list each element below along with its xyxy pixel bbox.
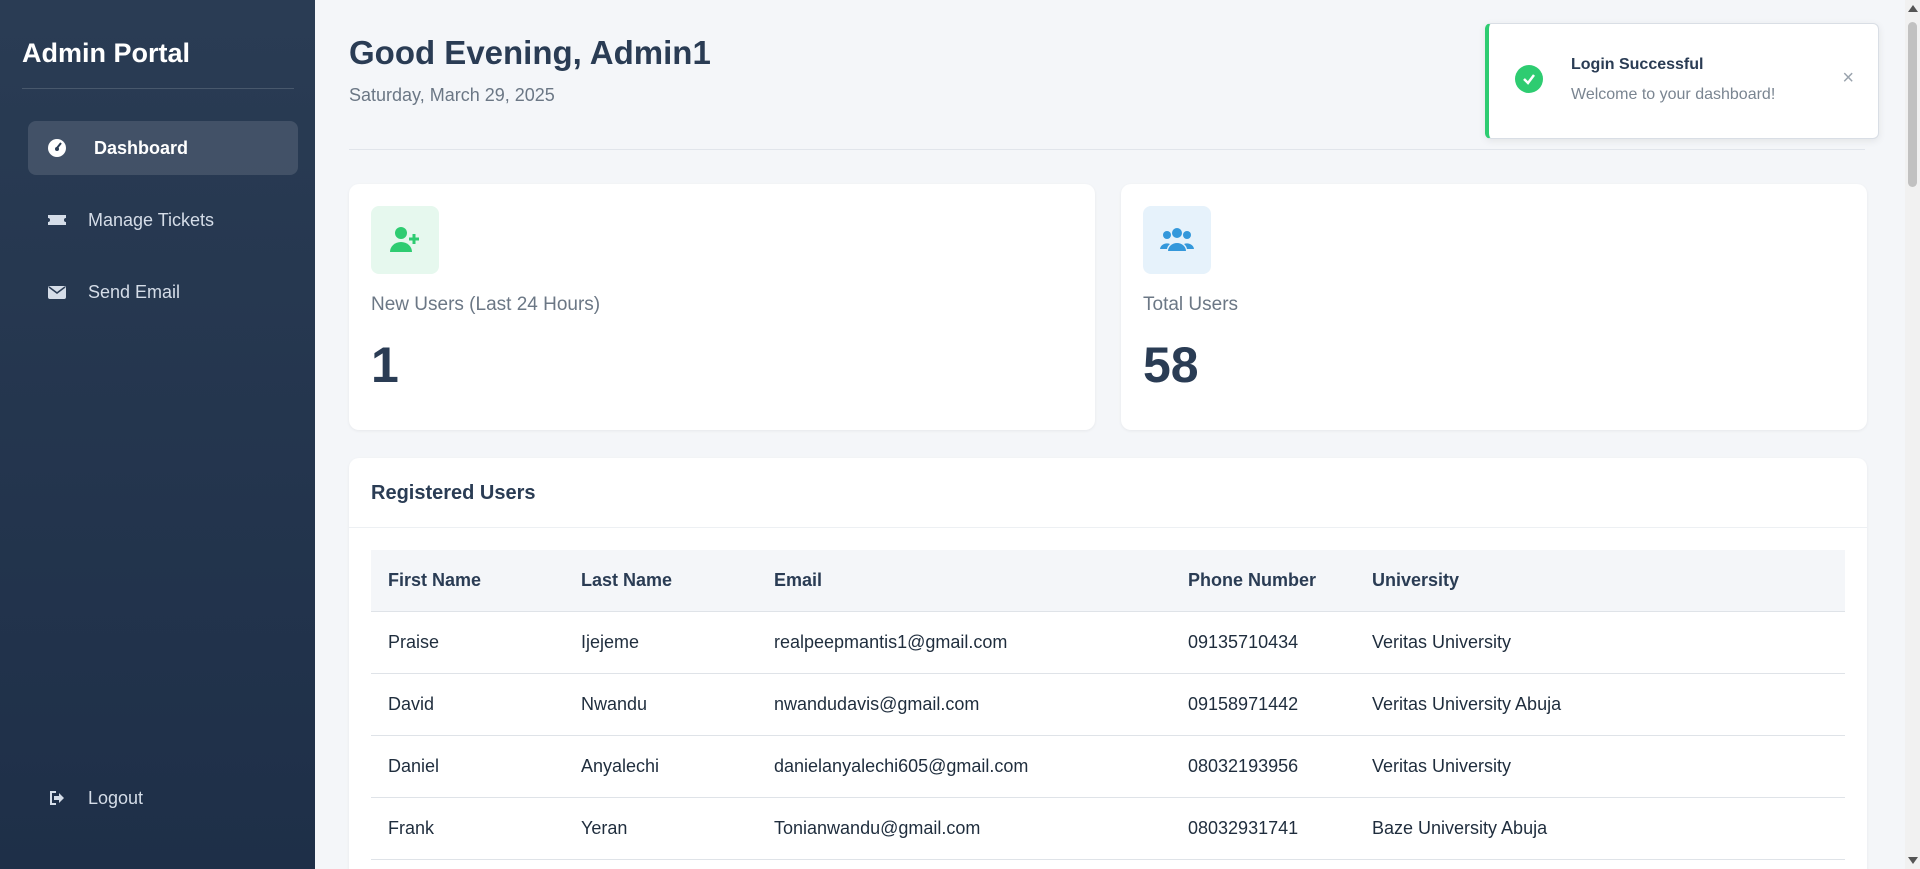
sidebar: Admin Portal Dashboard Manage Tickets Se… [0,0,315,869]
sidebar-item-manage-tickets[interactable]: Manage Tickets [28,193,298,247]
users-icon [1143,206,1211,274]
cell-phone: 09158971442 [1171,673,1355,736]
cell-first-name: Daniel [371,735,564,798]
scroll-down-arrow-icon[interactable] [1908,857,1918,864]
cell-university: Baze University Abuja [1355,797,1845,860]
current-date: Saturday, March 29, 2025 [349,85,555,105]
cell-last-name: Nwandu [564,673,757,736]
stat-label: New Users (Last 24 Hours) [371,294,601,315]
scroll-up-arrow-icon[interactable] [1908,5,1918,12]
registered-users-title: Registered Users [371,482,536,504]
stat-label: Total Users [1143,294,1239,315]
cell-email: Tonianwandu@gmail.com [757,797,1171,860]
toast-message: Welcome to your dashboard! [1571,86,1776,103]
login-success-toast: Login Successful Welcome to your dashboa… [1485,23,1879,139]
brand-divider [22,88,294,89]
cell-phone: 08032931741 [1171,797,1355,860]
column-header[interactable]: Email [757,550,1171,612]
cell-first-name: David [371,673,564,736]
table-row[interactable]: Daniel Anyalechi danielanyalechi605@gmai… [371,735,1845,798]
page-title: Good Evening, Admin1 [349,34,711,71]
cell-first-name: Frank [371,797,564,860]
sidebar-item-dashboard[interactable]: Dashboard [28,121,298,175]
stat-card-new-users: New Users (Last 24 Hours) 1 [349,184,1095,430]
stat-card-total-users: Total Users 58 [1121,184,1867,430]
column-header[interactable]: First Name [371,550,564,612]
logout-icon [46,787,68,809]
cell-last-name: Ijejeme [564,611,757,674]
sidebar-item-send-email[interactable]: Send Email [28,265,298,319]
page-scrollbar[interactable] [1905,0,1920,869]
header-divider [349,149,1865,150]
table-row[interactable]: Frank Yeran Tonianwandu@gmail.com 080329… [371,797,1845,860]
cell-first-name: Praise [371,611,564,674]
column-header[interactable]: Phone Number [1171,550,1355,612]
cell-email: danielanyalechi605@gmail.com [757,735,1171,798]
registered-users-card: Registered Users First Name Last Name Em… [349,458,1867,869]
cell-university: Veritas University [1355,735,1845,798]
check-circle-icon [1515,65,1543,93]
column-header[interactable]: University [1355,550,1845,612]
scrollbar-thumb[interactable] [1908,22,1917,187]
envelope-icon [46,281,68,303]
cell-email: nwandudavis@gmail.com [757,673,1171,736]
close-icon[interactable]: × [1842,68,1854,88]
logout-button[interactable]: Logout [28,771,298,825]
users-table: First Name Last Name Email Phone Number … [371,550,1845,860]
cell-university: Veritas University [1355,611,1845,674]
cell-last-name: Yeran [564,797,757,860]
brand-title: Admin Portal [22,38,191,68]
user-plus-icon [371,206,439,274]
cell-last-name: Anyalechi [564,735,757,798]
sidebar-item-label: Dashboard [94,137,189,158]
ticket-icon [46,209,68,231]
cell-email: realpeepmantis1@gmail.com [757,611,1171,674]
cell-phone: 09135710434 [1171,611,1355,674]
column-header[interactable]: Last Name [564,550,757,612]
cell-university: Veritas University Abuja [1355,673,1845,736]
table-row[interactable]: Praise Ijejeme realpeepmantis1@gmail.com… [371,611,1845,674]
toast-title: Login Successful [1571,56,1704,73]
cell-phone: 08032193956 [1171,735,1355,798]
card-divider [349,527,1867,528]
stat-value: 1 [371,337,399,393]
sidebar-item-label: Send Email [88,281,181,302]
logout-label: Logout [88,787,144,808]
table-row[interactable]: David Nwandu nwandudavis@gmail.com 09158… [371,673,1845,736]
table-header-row: First Name Last Name Email Phone Number … [371,550,1845,612]
stat-value: 58 [1143,337,1199,393]
gauge-icon [46,137,68,159]
sidebar-item-label: Manage Tickets [88,209,215,230]
